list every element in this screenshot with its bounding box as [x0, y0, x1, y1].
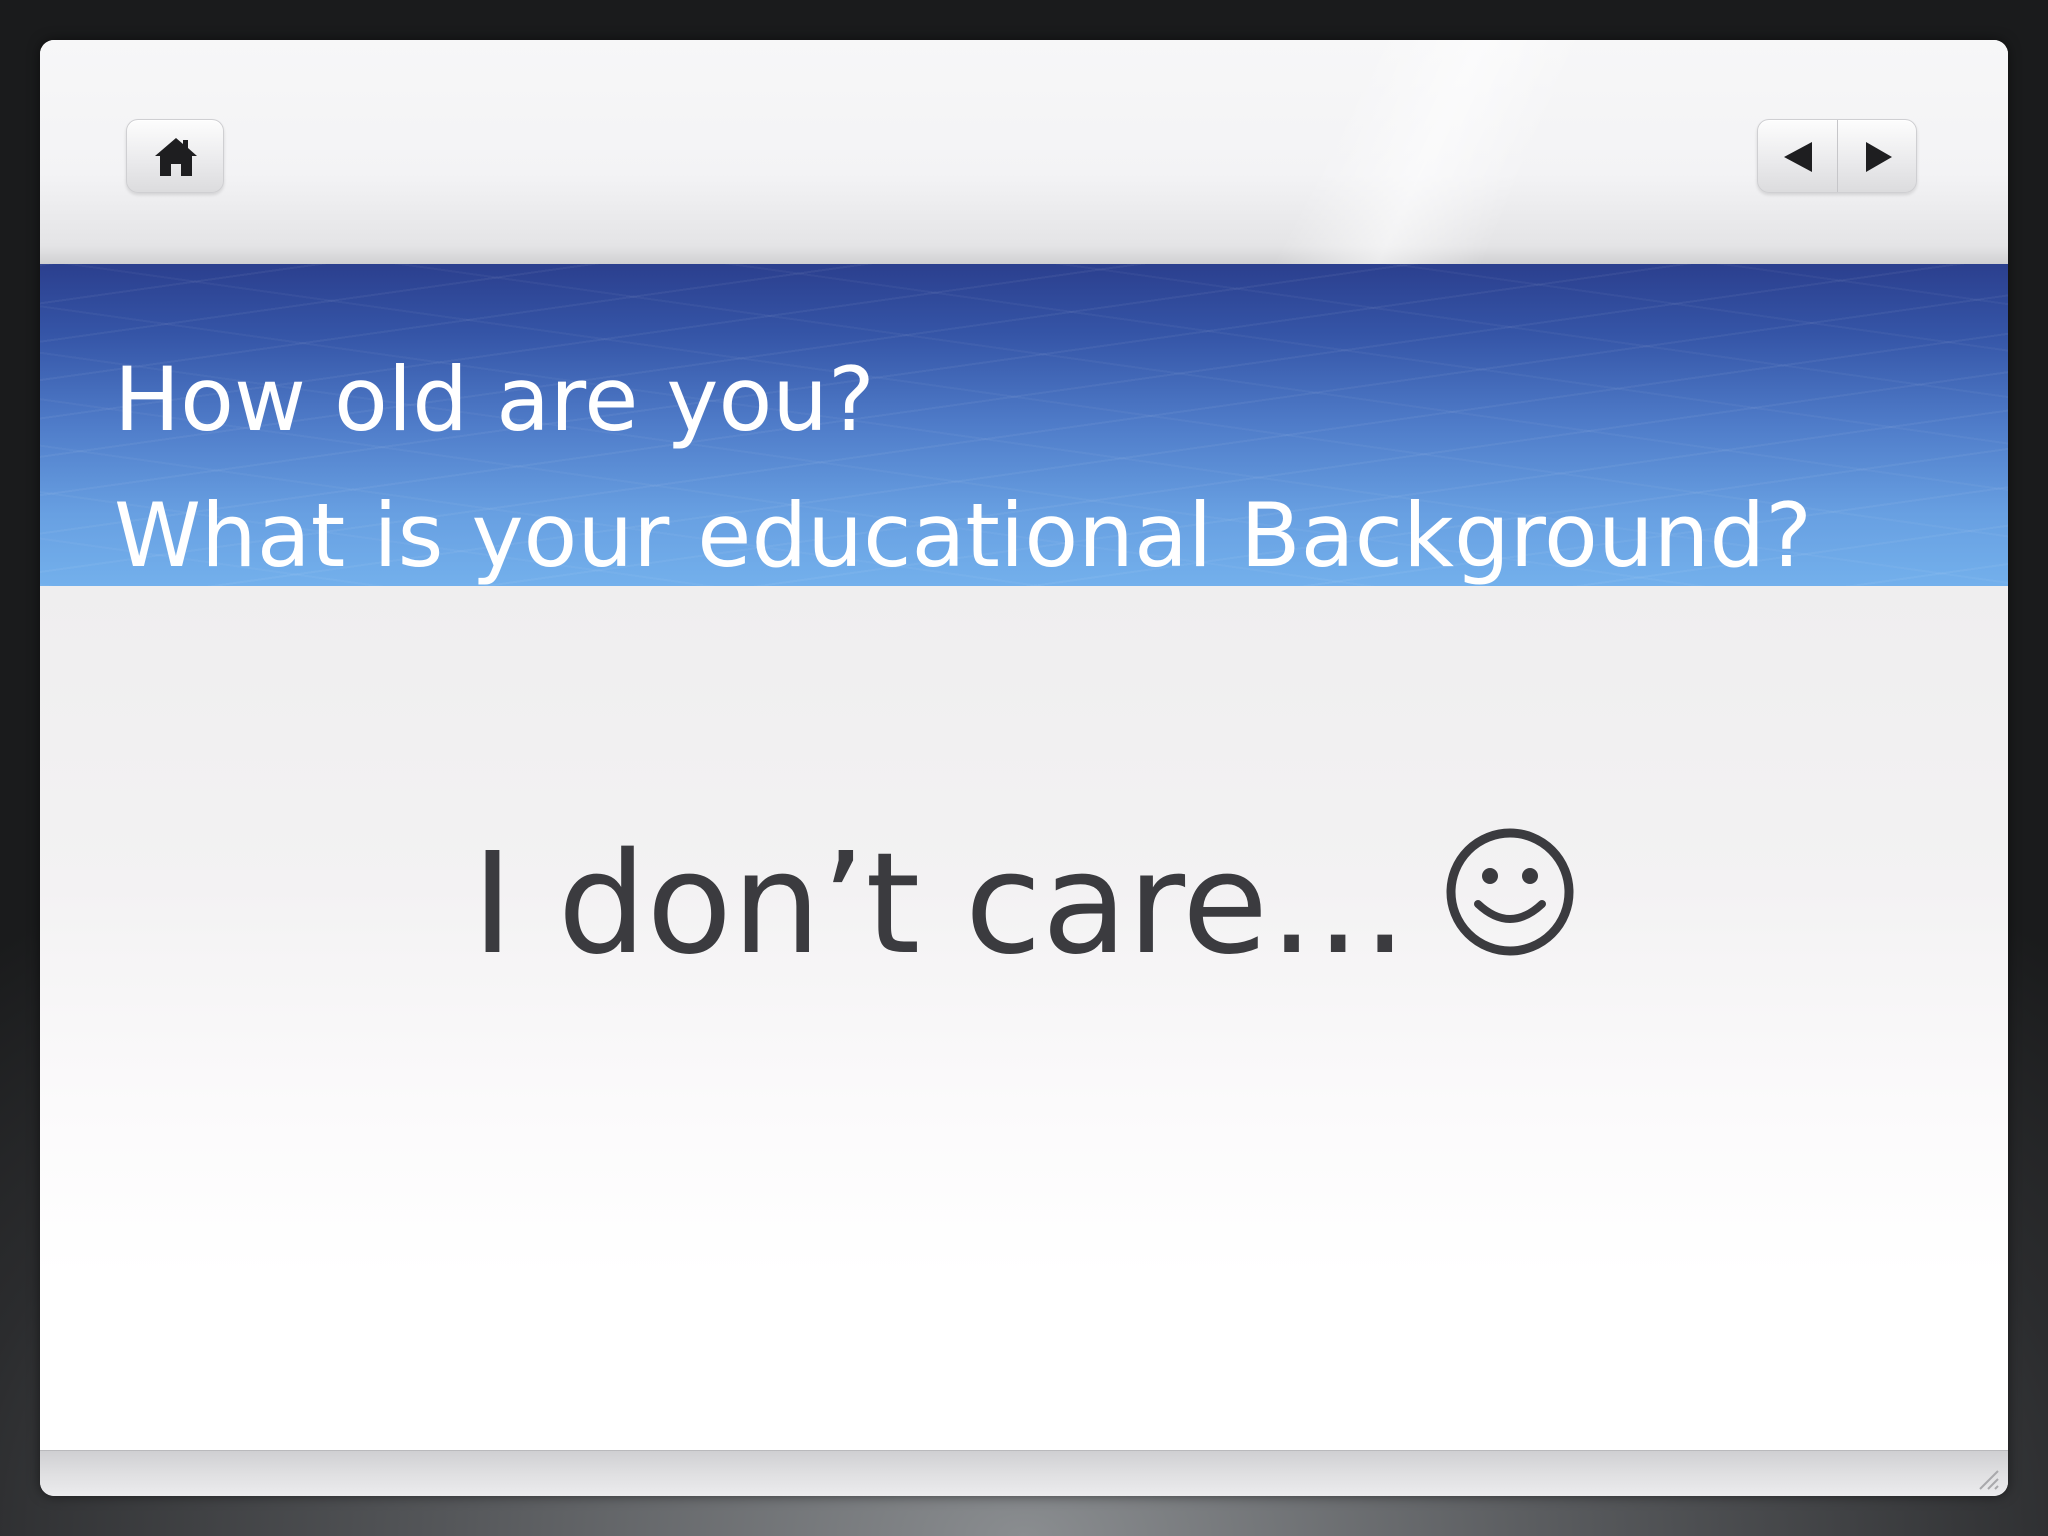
title-banner: How old are you? What is your educationa…	[40, 264, 2008, 586]
home-icon	[155, 138, 197, 176]
resize-grip-icon[interactable]	[1974, 1465, 2000, 1491]
home-button[interactable]	[126, 119, 224, 193]
status-bar	[40, 1450, 2008, 1496]
smiley-face-icon	[1446, 828, 1574, 956]
title-line-education: What is your educational Background?	[114, 484, 1812, 586]
triangle-right-icon	[1865, 142, 1892, 172]
slide-navigation	[1757, 119, 1917, 193]
slide-window: How old are you? What is your educationa…	[40, 40, 2008, 1496]
title-line-age: How old are you?	[114, 348, 875, 451]
next-slide-button[interactable]	[1836, 120, 1917, 192]
toolbar	[40, 40, 2008, 264]
triangle-left-icon	[1784, 142, 1812, 172]
previous-slide-button[interactable]	[1758, 120, 1837, 192]
body-statement-text: I don’t care…	[471, 823, 1409, 986]
body-statement: I don’t care…	[40, 826, 2008, 975]
slide-body: I don’t care…	[40, 586, 2008, 1450]
